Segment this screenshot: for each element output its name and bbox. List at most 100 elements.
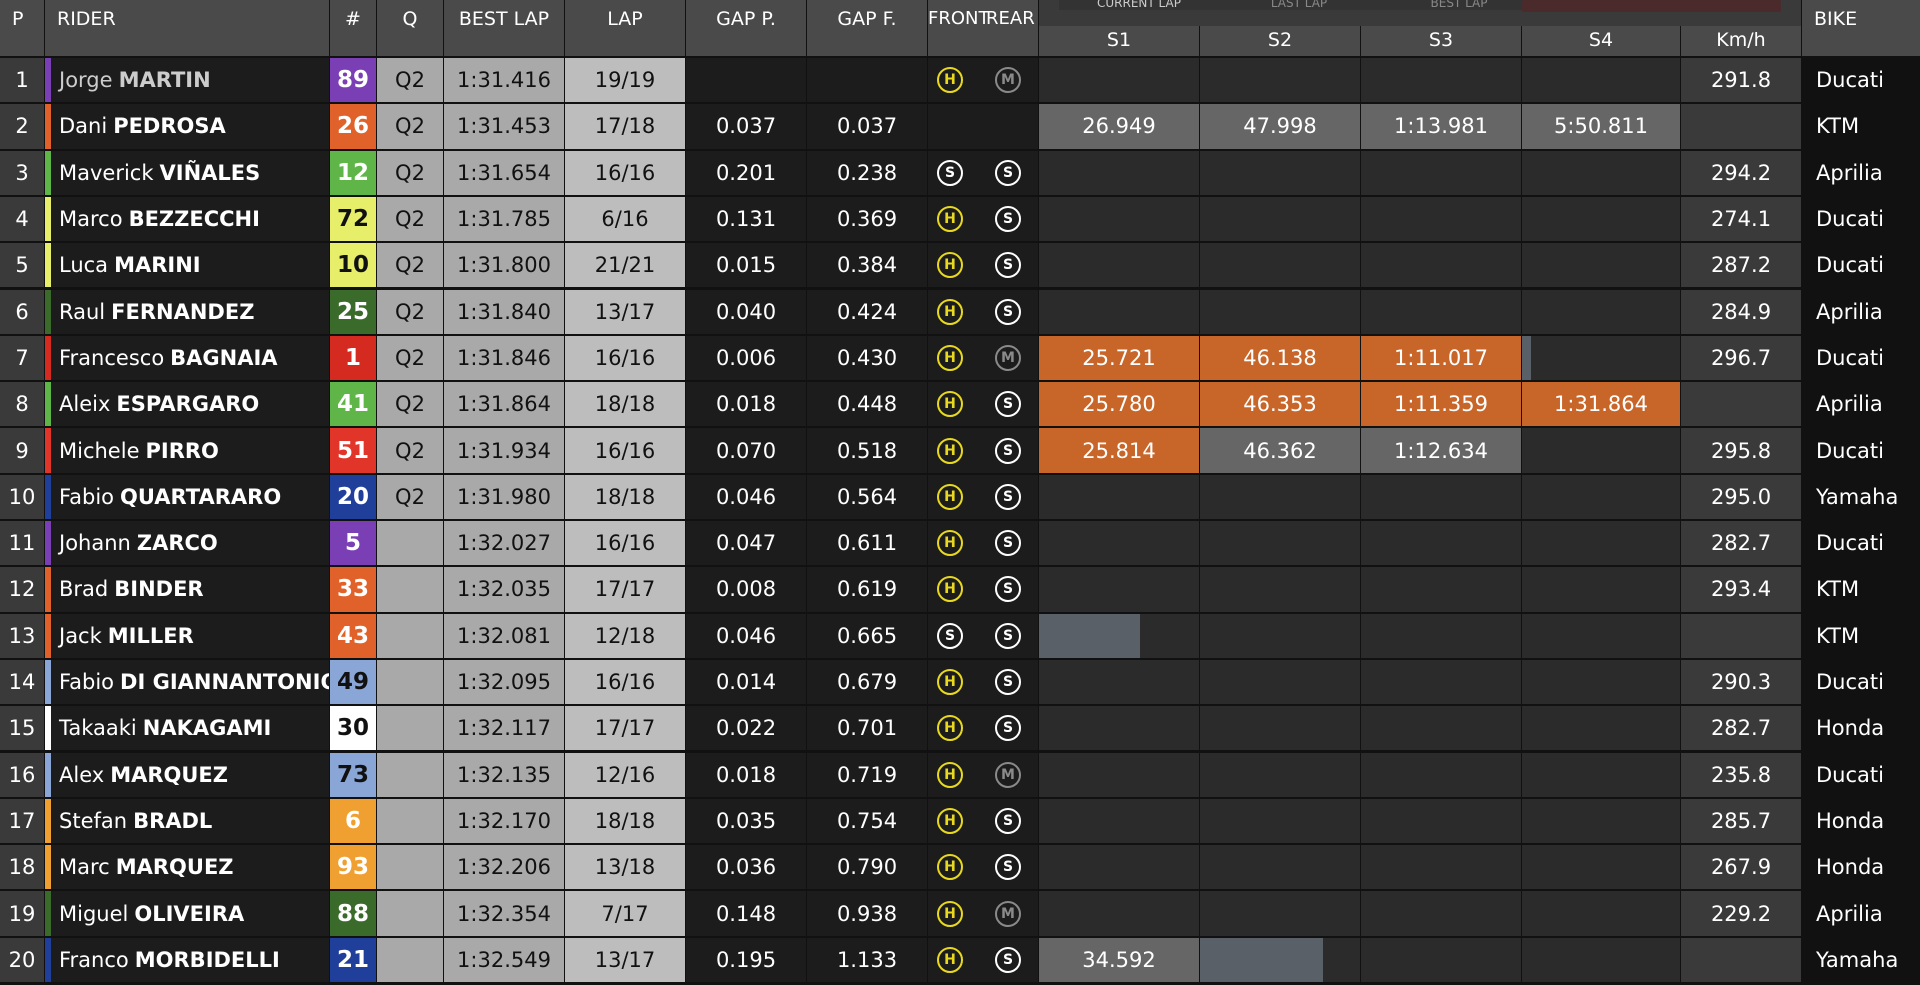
sector-2-time bbox=[1200, 798, 1360, 844]
rider-last-name: BEZZECCHI bbox=[128, 207, 260, 232]
header-gap-first[interactable]: GAP F. bbox=[807, 0, 927, 56]
sector-2-time: 46.353 bbox=[1200, 382, 1360, 427]
rider-name[interactable]: Franco MORBIDELLI bbox=[45, 937, 329, 982]
header-qualifying[interactable]: Q bbox=[377, 0, 443, 56]
header-s3[interactable]: S3 bbox=[1361, 26, 1521, 56]
rider-name[interactable]: Stefan BRADL bbox=[45, 798, 329, 844]
header-speed[interactable]: Km/h bbox=[1681, 26, 1801, 56]
rider-name[interactable]: Takaaki NAKAGAMI bbox=[45, 706, 329, 751]
rear-tyre-soft-icon: S bbox=[995, 437, 1021, 464]
gap-first: 0.679 bbox=[807, 659, 927, 705]
sector-4-time bbox=[1522, 752, 1680, 797]
gap-previous bbox=[686, 58, 806, 103]
rear-tyre-soft-icon: S bbox=[995, 530, 1021, 557]
rider-name[interactable]: Marc MARQUEZ bbox=[45, 845, 329, 890]
header-position[interactable]: P bbox=[0, 0, 44, 56]
sector-3-time bbox=[1361, 891, 1521, 936]
rider-number-badge: 12 bbox=[330, 150, 376, 195]
gap-first: 0.665 bbox=[807, 613, 927, 658]
header-gap-previous[interactable]: GAP P. bbox=[686, 0, 806, 56]
sector-4-time bbox=[1522, 891, 1680, 936]
best-lap-time: 1:31.453 bbox=[444, 104, 564, 149]
sector-2-time bbox=[1200, 845, 1360, 890]
rider-name[interactable]: Fabio QUARTARARO bbox=[45, 474, 329, 519]
tyre-cell: SS bbox=[928, 613, 1038, 658]
rider-name[interactable]: Marco BEZZECCHI bbox=[45, 196, 329, 242]
rider-last-name: PIRRO bbox=[145, 438, 219, 463]
header-s4[interactable]: S4 bbox=[1522, 26, 1680, 56]
top-speed: 295.0 bbox=[1681, 474, 1801, 519]
rider-name[interactable]: Alex MARQUEZ bbox=[45, 752, 329, 797]
rider-last-name: MARQUEZ bbox=[110, 762, 228, 787]
rider-name[interactable]: Jack MILLER bbox=[45, 613, 329, 658]
sector-2-time: 47.998 bbox=[1200, 104, 1360, 149]
rider-name[interactable]: Fabio DI GIANNANTONIO bbox=[45, 659, 329, 705]
sector-dropdown[interactable] bbox=[1522, 0, 1781, 12]
rider-name[interactable]: Michele PIRRO bbox=[45, 428, 329, 473]
team-color-bar bbox=[45, 521, 51, 566]
best-lap-time: 1:31.654 bbox=[444, 150, 564, 195]
top-speed: 294.2 bbox=[1681, 150, 1801, 195]
rider-last-name: ESPARGARO bbox=[116, 392, 260, 417]
sector-3-time bbox=[1361, 196, 1521, 242]
sector-4-time: 1:31.864 bbox=[1522, 382, 1680, 427]
rider-name[interactable]: Aleix ESPARGARO bbox=[45, 382, 329, 427]
qualifying-cell bbox=[377, 659, 443, 705]
rider-name[interactable]: Francesco BAGNAIA bbox=[45, 335, 329, 381]
sector-2-time bbox=[1200, 289, 1360, 334]
rider-name[interactable]: Johann ZARCO bbox=[45, 521, 329, 566]
header-bike[interactable]: BIKE bbox=[1802, 0, 1920, 56]
gap-previous: 0.047 bbox=[686, 521, 806, 566]
header-s1[interactable]: S1 bbox=[1039, 26, 1199, 56]
tab-current-lap[interactable]: CURRENT LAP bbox=[1059, 0, 1219, 10]
position-cell: 7 bbox=[0, 335, 44, 381]
lap-count: 12/18 bbox=[565, 613, 685, 658]
rider-name[interactable]: Maverick VIÑALES bbox=[45, 150, 329, 195]
tab-last-lap[interactable]: LAST LAP bbox=[1219, 0, 1379, 10]
sector-1-time bbox=[1039, 567, 1199, 612]
gap-first bbox=[807, 58, 927, 103]
sector-1-time bbox=[1039, 196, 1199, 242]
rear-tyre-soft-icon: S bbox=[995, 854, 1021, 881]
tyre-cell: HS bbox=[928, 659, 1038, 705]
header-rear-tyre[interactable]: REAR bbox=[986, 8, 1035, 29]
rider-first-name: Marc bbox=[59, 855, 110, 880]
rider-first-name: Francesco bbox=[59, 345, 165, 370]
rider-name[interactable]: Miguel OLIVEIRA bbox=[45, 891, 329, 936]
header-front-tyre[interactable]: FRONT bbox=[928, 8, 990, 29]
gap-previous: 0.046 bbox=[686, 474, 806, 519]
header-rider[interactable]: RIDER bbox=[45, 0, 329, 56]
rider-name[interactable]: Brad BINDER bbox=[45, 567, 329, 612]
gap-first: 0.238 bbox=[807, 150, 927, 195]
rider-name[interactable]: Luca MARINI bbox=[45, 243, 329, 288]
qualifying-cell: Q2 bbox=[377, 243, 443, 288]
gap-previous: 0.040 bbox=[686, 289, 806, 334]
front-tyre-hard-icon: H bbox=[937, 946, 963, 973]
header-s2[interactable]: S2 bbox=[1200, 26, 1360, 56]
front-tyre-hard-icon: H bbox=[937, 576, 963, 603]
qualifying-cell: Q2 bbox=[377, 104, 443, 149]
rider-name[interactable]: Dani PEDROSA bbox=[45, 104, 329, 149]
sector-1-time: 34.592 bbox=[1039, 937, 1199, 982]
best-lap-time: 1:32.095 bbox=[444, 659, 564, 705]
gap-previous: 0.008 bbox=[686, 567, 806, 612]
sector-1-time bbox=[1039, 474, 1199, 519]
top-speed: 267.9 bbox=[1681, 845, 1801, 890]
rider-name[interactable]: Jorge MARTIN bbox=[45, 58, 329, 103]
gap-first: 1.133 bbox=[807, 937, 927, 982]
header-lap[interactable]: LAP bbox=[565, 0, 685, 56]
qualifying-cell bbox=[377, 752, 443, 797]
lap-count: 16/16 bbox=[565, 659, 685, 705]
lap-count: 7/17 bbox=[565, 891, 685, 936]
qualifying-cell bbox=[377, 521, 443, 566]
position-cell: 8 bbox=[0, 382, 44, 427]
sector-progress-bar bbox=[1522, 335, 1532, 381]
rider-name[interactable]: Raul FERNANDEZ bbox=[45, 289, 329, 334]
header-best-lap[interactable]: BEST LAP bbox=[444, 0, 564, 56]
tab-best-lap[interactable]: BEST LAP bbox=[1379, 0, 1539, 10]
best-lap-time: 1:31.980 bbox=[444, 474, 564, 519]
sector-2-time bbox=[1200, 196, 1360, 242]
header-number[interactable]: # bbox=[330, 0, 376, 56]
qualifying-cell: Q2 bbox=[377, 382, 443, 427]
rider-number-badge: 33 bbox=[330, 567, 376, 612]
